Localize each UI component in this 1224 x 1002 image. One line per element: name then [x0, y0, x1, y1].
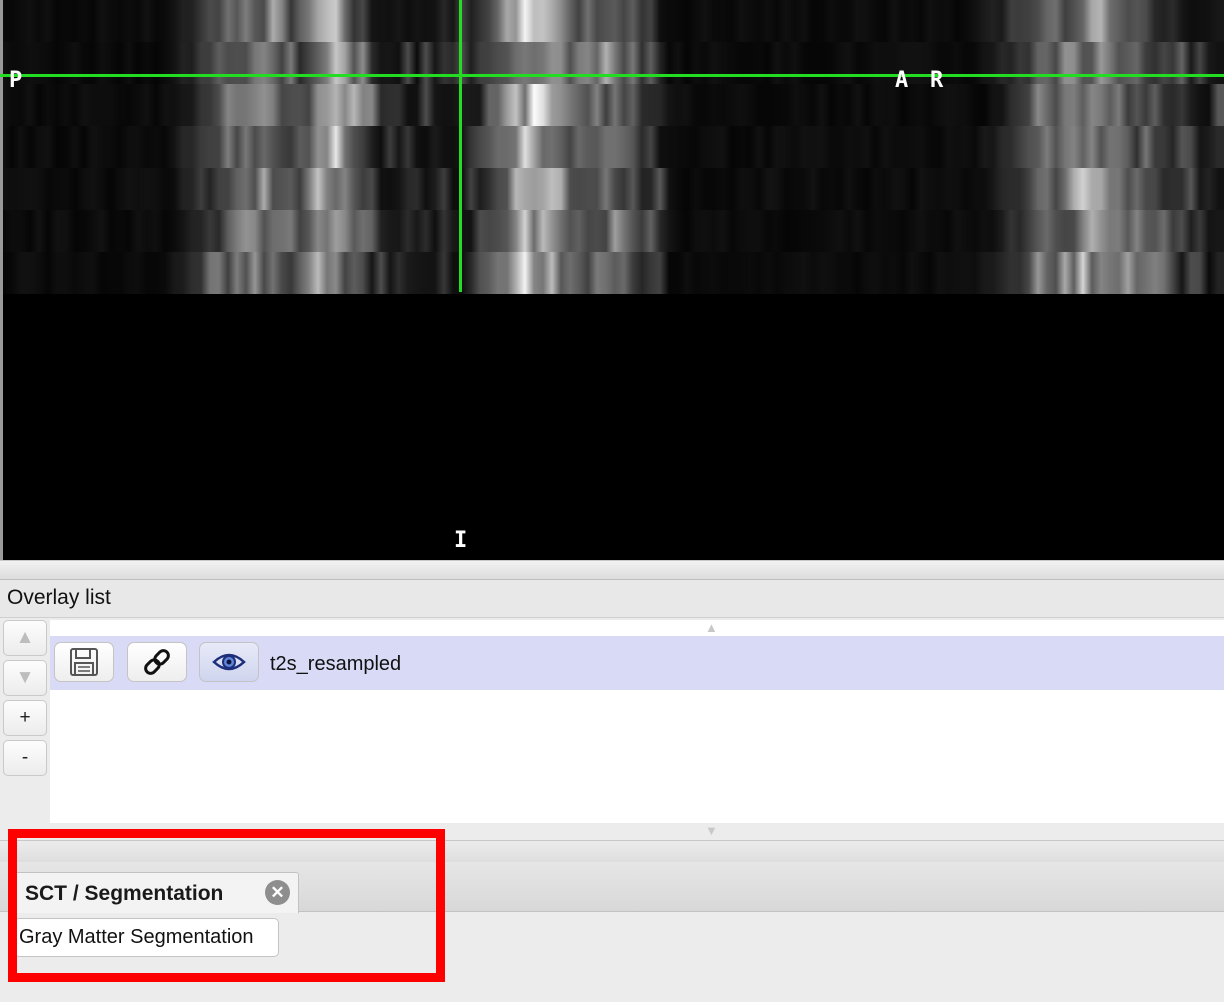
orientation-label-right: R [930, 68, 944, 93]
scroll-up-icon[interactable]: ▲ [705, 620, 718, 635]
link-icon [144, 649, 170, 675]
remove-overlay-button[interactable]: - [3, 740, 47, 776]
image-stripe-row [3, 252, 1224, 294]
panel-divider[interactable] [0, 560, 1224, 580]
mri-image-slice[interactable] [3, 0, 1224, 294]
scroll-down-icon[interactable]: ▼ [705, 823, 718, 838]
move-down-button[interactable]: ▼ [3, 660, 47, 696]
overlay-list-header [0, 580, 1224, 618]
orientation-label-inferior: I [454, 528, 468, 553]
save-overlay-button[interactable] [54, 642, 114, 682]
crosshair-horizontal[interactable] [0, 74, 1224, 77]
link-overlay-button[interactable] [127, 642, 187, 682]
viewer-border [0, 0, 3, 560]
overlay-list-title: Overlay list [7, 586, 111, 609]
eye-icon [212, 653, 246, 671]
overlay-list-controls: ▲ ▼ + - [3, 620, 49, 780]
image-stripe-row [3, 84, 1224, 126]
add-overlay-button[interactable]: + [3, 700, 47, 736]
image-stripe-row [3, 210, 1224, 252]
image-viewer[interactable]: P A R I [0, 0, 1224, 560]
move-up-button[interactable]: ▲ [3, 620, 47, 656]
image-stripe-row [3, 126, 1224, 168]
save-icon [70, 648, 98, 676]
overlay-list[interactable]: ▲ t2s_resampled ▼ [50, 620, 1224, 838]
image-stripe-row [3, 0, 1224, 42]
visibility-toggle-button[interactable] [199, 642, 259, 682]
overlay-name: t2s_resampled [270, 653, 402, 675]
highlight-annotation-box [8, 829, 445, 982]
overlay-list-item[interactable]: t2s_resampled [50, 636, 1224, 690]
orientation-label-posterior: P [9, 68, 23, 93]
image-stripe-row [3, 42, 1224, 84]
image-stripe-row [3, 168, 1224, 210]
orientation-label-anterior: A [895, 68, 909, 93]
crosshair-vertical[interactable] [459, 0, 462, 292]
